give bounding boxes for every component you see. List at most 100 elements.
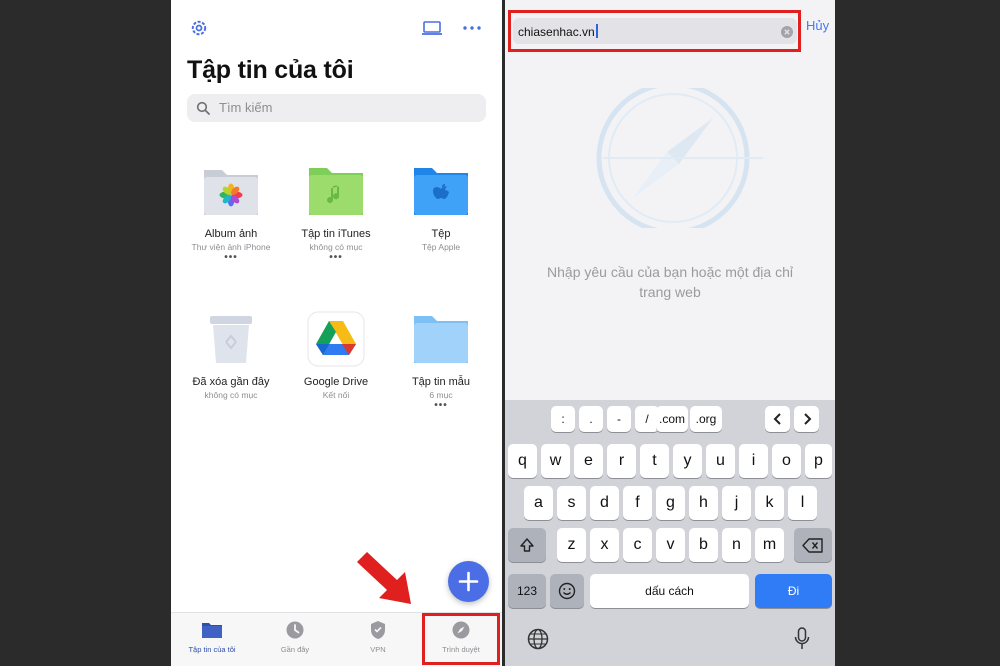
search-placeholder: Tìm kiếm [219,100,273,115]
key-f[interactable]: f [623,486,652,520]
browser-tab-highlight-box [422,613,500,665]
key-v[interactable]: v [656,528,685,562]
empty-state-hint: Nhập yêu cầu của bạn hoặc một địa chỉ tr… [515,262,825,302]
key-p[interactable]: p [805,444,832,478]
key-q[interactable]: q [508,444,537,478]
key-hyphen[interactable]: - [607,406,631,432]
laptop-icon[interactable] [421,18,443,43]
emoji-key[interactable] [550,574,584,608]
file-item-sample-files[interactable]: Tập tin mẫu 6 mục ••• [386,310,496,411]
add-button[interactable] [448,561,489,602]
file-item-subtitle: không có mục [204,390,258,400]
plus-icon [458,571,479,592]
hint-line: Nhập yêu cầu của bạn hoặc một địa chỉ [547,264,793,280]
key-d[interactable]: d [590,486,619,520]
backspace-key[interactable] [794,528,832,562]
key-e[interactable]: e [574,444,603,478]
key-o[interactable]: o [772,444,801,478]
search-input[interactable]: Tìm kiếm [187,94,486,122]
tab-my-files[interactable]: Tập tin của tôi [172,619,252,654]
tab-label: Tập tin của tôi [188,645,236,654]
file-item-name: Album ảnh [204,228,258,240]
key-a[interactable]: a [524,486,553,520]
sample-folder-icon [411,310,471,368]
photos-folder-icon [201,162,261,220]
space-key[interactable]: dấu cách [590,574,749,608]
tab-vpn[interactable]: VPN [338,619,418,654]
key-m[interactable]: m [755,528,784,562]
on-screen-keyboard: : . - / .com .org q w e r t y u i o p a … [505,400,835,666]
file-item-name: Đã xóa gần đây [192,376,270,388]
url-highlight-box [508,10,801,52]
hint-line: trang web [639,284,701,300]
key-g[interactable]: g [656,486,685,520]
page-title: Tập tin của tôi [187,56,354,84]
key-r[interactable]: r [607,444,636,478]
file-item-recently-deleted[interactable]: Đã xóa gần đây không có mục [176,310,286,400]
file-item-itunes[interactable]: Tập tin iTunes không có mục ••• [281,162,391,263]
cancel-button[interactable]: Hủy [806,18,829,33]
key-colon[interactable]: : [551,406,575,432]
key-x[interactable]: x [590,528,619,562]
key-k[interactable]: k [755,486,784,520]
gear-icon[interactable] [189,18,209,43]
key-n[interactable]: n [722,528,751,562]
clock-icon [255,619,335,641]
key-w[interactable]: w [541,444,570,478]
key-y[interactable]: y [673,444,702,478]
tab-bar: Tập tin của tôi Gần đây VPN Trình duyệt [171,612,502,666]
file-item-subtitle: Thư viện ảnh iPhone [191,242,271,252]
chevron-left-icon[interactable] [765,406,790,432]
file-item-name: Tập tin iTunes [301,228,371,240]
file-item-subtitle: không có mục [309,242,363,252]
key-dot-org[interactable]: .org [690,406,722,432]
red-arrow-icon [357,552,411,604]
key-b[interactable]: b [689,528,718,562]
file-item-google-drive[interactable]: Google Drive Kết nối [281,310,391,400]
go-key[interactable]: Đi [755,574,832,608]
files-app-screen: Tập tin của tôi Tìm kiếm Album ảnh Thư v… [171,0,502,666]
microphone-icon[interactable] [793,627,811,656]
file-item-name: Tệp [431,228,451,240]
key-u[interactable]: u [706,444,735,478]
key-j[interactable]: j [722,486,751,520]
key-h[interactable]: h [689,486,718,520]
compass-icon [596,88,763,228]
backspace-icon [802,537,823,553]
trash-bin-icon [201,310,261,368]
more-dots-icon[interactable]: ••• [281,253,391,263]
key-i[interactable]: i [739,444,768,478]
shield-icon [338,619,418,641]
file-item-subtitle: Tệp Apple [421,242,461,252]
more-dots-icon[interactable]: ••• [176,253,286,263]
shift-icon [520,538,534,552]
google-drive-icon [306,310,366,368]
globe-icon[interactable] [527,628,549,655]
file-item-photo-album[interactable]: Album ảnh Thư viện ảnh iPhone ••• [176,162,286,263]
file-item-subtitle: 6 mục [429,390,453,400]
tab-label: Gần đây [280,645,310,654]
more-dots-icon[interactable]: ••• [386,401,496,411]
file-item-subtitle: Kết nối [322,390,350,400]
file-item-name: Tập tin mẫu [411,376,471,388]
itunes-folder-icon [306,162,366,220]
chevron-right-icon[interactable] [794,406,819,432]
browser-screen: chiasenhac.vn Hủy Nhập yêu cầu của bạn h… [505,0,835,666]
key-l[interactable]: l [788,486,817,520]
file-item-apple-files[interactable]: Tệp Tệp Apple [386,162,496,252]
numbers-key[interactable]: 123 [508,574,546,608]
file-item-name: Google Drive [303,376,369,388]
key-c[interactable]: c [623,528,652,562]
shift-key[interactable] [508,528,546,562]
search-icon [196,101,210,115]
key-t[interactable]: t [640,444,669,478]
tab-label: VPN [370,645,386,654]
key-s[interactable]: s [557,486,586,520]
more-icon[interactable] [462,18,482,43]
tab-recent[interactable]: Gần đây [255,619,335,654]
key-dot-com[interactable]: .com [656,406,688,432]
emoji-icon [558,582,576,600]
apple-files-folder-icon [411,162,471,220]
key-z[interactable]: z [557,528,586,562]
key-period[interactable]: . [579,406,603,432]
